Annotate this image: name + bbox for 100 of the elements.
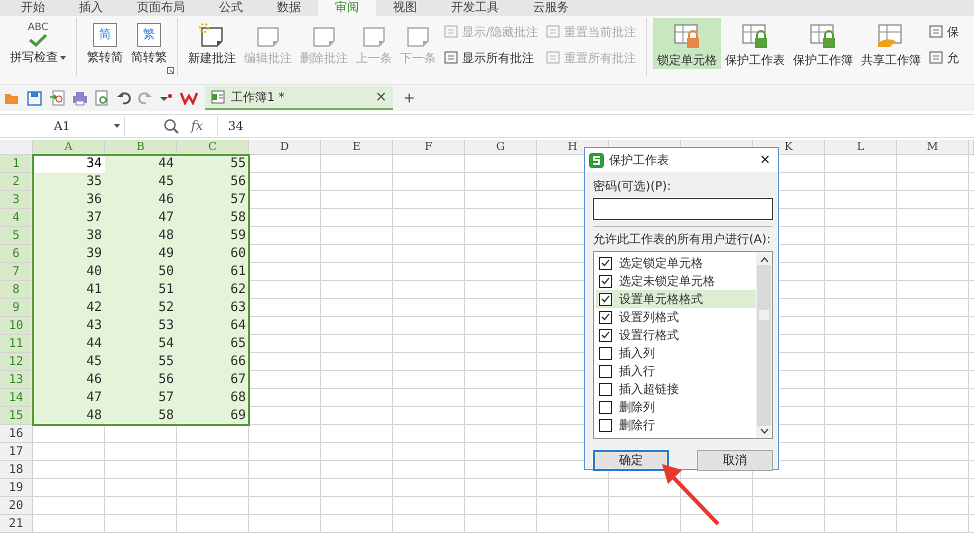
table-cell: 58 [105, 407, 177, 425]
table-cell: 47 [105, 209, 177, 227]
table-cell: 57 [177, 191, 249, 209]
scroll-down-icon[interactable] [760, 428, 768, 434]
ribbon-button[interactable]: 保护工作表 [721, 18, 790, 69]
ribbon-small-button[interactable]: 显示所有批注 [442, 48, 540, 68]
save-icon[interactable] [27, 90, 42, 106]
spreadsheet-icon [211, 90, 225, 104]
row-header[interactable]: 20 [0, 497, 33, 515]
table-cell: 61 [177, 263, 249, 281]
row-header[interactable]: 18 [0, 461, 33, 479]
checkbox[interactable] [599, 382, 612, 396]
column-header[interactable]: G [465, 140, 537, 155]
table-cell: 45 [33, 353, 105, 371]
row-header[interactable]: 19 [0, 479, 33, 497]
print-icon[interactable] [72, 90, 88, 106]
menu-tab[interactable]: 页面布局 [120, 0, 202, 16]
name-box[interactable]: A1 [0, 116, 125, 136]
checkbox[interactable] [599, 364, 612, 378]
table-cell: 44 [33, 335, 105, 353]
checkbox[interactable] [599, 400, 612, 414]
permission-option[interactable]: 插入行 [596, 362, 756, 380]
checkbox[interactable] [599, 328, 612, 342]
table-cell: 48 [105, 227, 177, 245]
permission-option[interactable]: 插入列 [596, 344, 756, 362]
comment-icon [546, 51, 562, 65]
undo-icon[interactable] [117, 91, 131, 105]
permission-option[interactable]: 插入超链接 [596, 380, 756, 398]
ribbon-button[interactable]: 新建批注 [184, 18, 240, 69]
password-field[interactable] [593, 198, 773, 220]
table-cell: 38 [33, 227, 105, 245]
column-header[interactable]: D [249, 140, 321, 155]
zoom-icon[interactable] [163, 118, 179, 134]
menu-tab[interactable]: 云服务 [516, 0, 586, 16]
logo-icon[interactable] [180, 91, 198, 105]
table-cell: 56 [105, 371, 177, 389]
function-label[interactable]: fx [191, 118, 204, 134]
close-tab-button[interactable]: × [375, 89, 387, 105]
column-header[interactable]: E [321, 140, 393, 155]
check-icon [27, 32, 49, 46]
table-cell: 45 [105, 173, 177, 191]
table-cell: 64 [177, 317, 249, 335]
table-cell: 35 [33, 173, 105, 191]
checkbox[interactable] [599, 310, 612, 324]
scrollbar[interactable] [756, 252, 772, 438]
ribbon-button[interactable]: 繁 简转繁 [127, 18, 171, 69]
ribbon-button[interactable]: 保护工作簿 [789, 18, 858, 69]
checkbox[interactable] [599, 346, 612, 360]
permission-option[interactable]: 删除行 [596, 416, 756, 434]
table-cell: 57 [105, 389, 177, 407]
ribbon-button[interactable]: 简 繁转简 [83, 18, 127, 69]
checkbox[interactable] [599, 418, 612, 432]
scroll-up-icon[interactable] [760, 257, 768, 263]
caret-icon [114, 124, 120, 128]
checkbox[interactable] [599, 256, 612, 270]
document-tab[interactable]: 工作簿1 * × [205, 86, 393, 110]
menu-tab[interactable]: 公式 [202, 0, 260, 16]
dialog-button[interactable]: 确定 [593, 450, 669, 471]
permission-option[interactable]: 设置行格式 [596, 326, 756, 344]
comment-icon [444, 25, 459, 39]
menu-tab[interactable]: 审阅 [318, 0, 376, 16]
menu-tab[interactable]: 开始 [4, 0, 62, 16]
dialog-launcher-icon[interactable] [167, 67, 174, 74]
row-header[interactable]: 21 [0, 515, 33, 533]
table-cell: 59 [177, 227, 249, 245]
table-cell: 36 [33, 191, 105, 209]
ribbon-button[interactable]: ABC 拼写检查 [6, 18, 70, 69]
table-cell: 48 [33, 407, 105, 425]
ribbon-button[interactable]: 共享工作簿 [857, 18, 926, 69]
ribbon-small-button[interactable]: 允 [927, 48, 962, 68]
password-label: 密码(可选)(P): [593, 178, 672, 195]
permission-option[interactable]: 设置列格式 [596, 308, 756, 326]
new-tab-button[interactable]: + [400, 88, 419, 108]
table-cell: 50 [105, 263, 177, 281]
menu-tab[interactable]: 视图 [376, 0, 434, 16]
table-cell: 37 [33, 209, 105, 227]
dialog-button[interactable]: 取消 [697, 450, 773, 471]
permission-option[interactable]: 选定未锁定单元格 [596, 272, 756, 290]
dropdown-icon[interactable] [159, 93, 173, 103]
ribbon-button[interactable]: 锁定单元格 [653, 18, 722, 69]
formula-field[interactable]: 34 [217, 116, 974, 136]
checkbox[interactable] [599, 292, 612, 306]
table-cell: 41 [33, 281, 105, 299]
permission-option[interactable]: 设置单元格格式 [596, 290, 756, 308]
permission-option[interactable]: 选定锁定单元格 [596, 254, 756, 272]
row-header[interactable]: 17 [0, 443, 33, 461]
export-icon[interactable] [49, 90, 65, 106]
app-icon [589, 152, 604, 168]
menu-tab[interactable]: 插入 [62, 0, 120, 16]
table-cell: 51 [105, 281, 177, 299]
row-header[interactable]: 16 [0, 425, 33, 443]
column-header[interactable]: L [825, 140, 897, 155]
checkbox[interactable] [599, 274, 612, 288]
menu-tab[interactable]: 开发工具 [434, 0, 516, 16]
column-header[interactable]: F [393, 140, 465, 155]
ribbon-small-button[interactable]: 保 [927, 22, 962, 42]
menu-tab[interactable]: 数据 [260, 0, 318, 16]
print-preview-icon[interactable] [95, 90, 110, 106]
permission-option[interactable]: 删除列 [596, 398, 756, 416]
column-header[interactable]: M [897, 140, 969, 155]
